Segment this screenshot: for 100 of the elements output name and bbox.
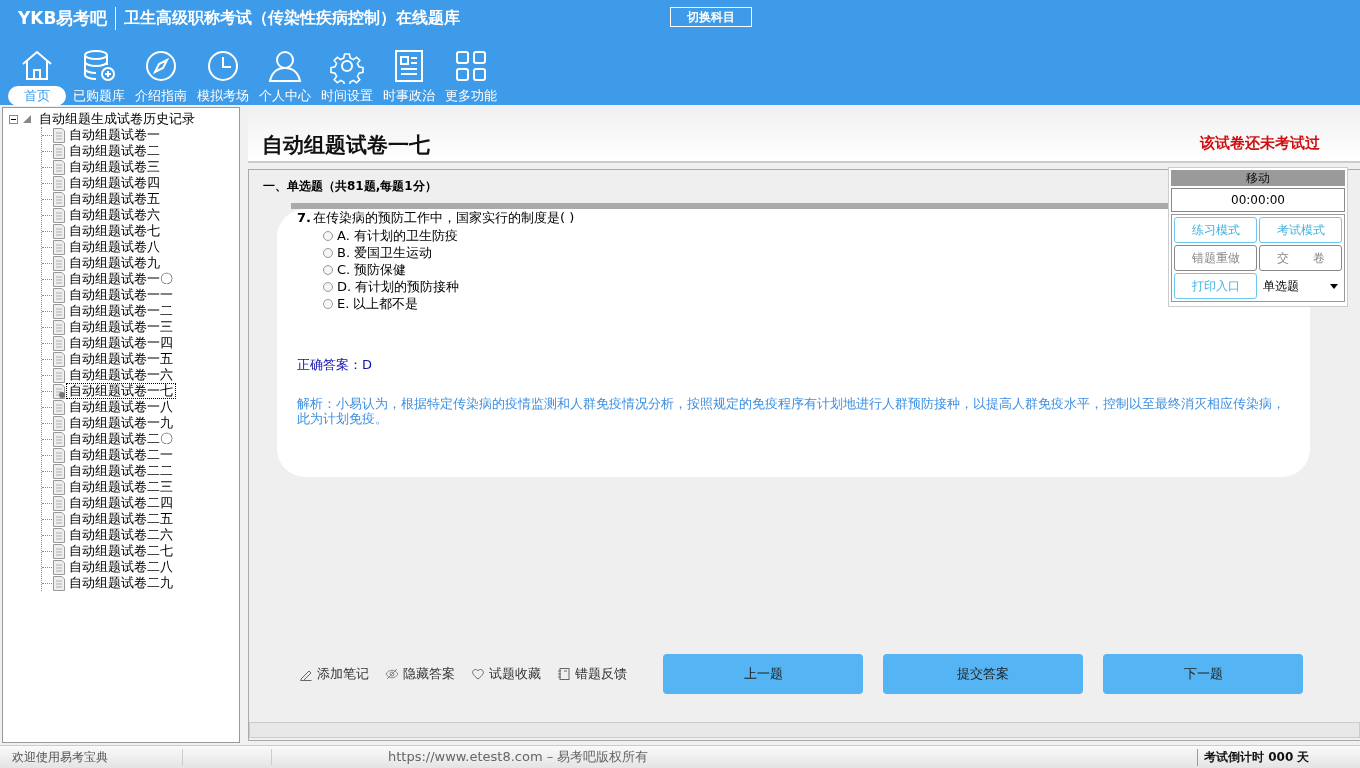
document-icon[interactable] xyxy=(52,223,66,239)
document-icon[interactable] xyxy=(52,543,66,559)
tree-item[interactable]: 自动组题试卷二八 xyxy=(66,559,176,575)
tree-item[interactable]: 自动组题试卷一三 xyxy=(66,319,176,335)
nav-button[interactable]: 提交答案 xyxy=(883,654,1083,694)
radio-button[interactable] xyxy=(323,247,333,258)
tree-item[interactable]: 自动组题试卷二一 xyxy=(66,447,176,463)
tree-item[interactable]: 自动组题试卷二六 xyxy=(66,527,176,543)
document-icon[interactable] xyxy=(52,207,66,223)
tree-item[interactable]: 自动组题试卷一一 xyxy=(66,287,176,303)
document-icon[interactable] xyxy=(52,479,66,495)
tool-link[interactable]: 试题收藏 xyxy=(471,665,541,683)
tree-item[interactable]: 自动组题试卷二五 xyxy=(66,511,176,527)
tree-item[interactable]: 自动组题试卷二四 xyxy=(66,495,176,511)
tree-item[interactable]: 自动组题试卷二二 xyxy=(66,463,176,479)
tree-item[interactable]: 自动组题试卷一五 xyxy=(66,351,176,367)
document-icon[interactable] xyxy=(52,127,66,143)
option-label[interactable]: E. 以上都不是 xyxy=(337,294,419,313)
document-icon[interactable] xyxy=(52,255,66,271)
tree-item[interactable]: 自动组题试卷二三 xyxy=(66,479,176,495)
tree-item[interactable]: 自动组题试卷一九 xyxy=(66,415,176,431)
tree-item[interactable]: 自动组题试卷二七 xyxy=(66,543,176,559)
document-icon[interactable] xyxy=(52,303,66,319)
tree-item[interactable]: 自动组题试卷二九 xyxy=(66,575,176,591)
tree-item[interactable]: 自动组题试卷四 xyxy=(66,175,163,191)
heart-icon xyxy=(471,667,485,681)
question-text: 7.在传染病的预防工作中，国家实行的制度是( ) xyxy=(297,209,576,227)
welcome-text: 欢迎使用易考宝典 xyxy=(0,748,183,766)
option-label[interactable]: A. 有计划的卫生防疫 xyxy=(337,226,458,245)
tree-root-label[interactable]: 自动组题生成试卷历史记录 xyxy=(36,111,198,127)
document-icon[interactable] xyxy=(52,431,66,447)
document-icon[interactable] xyxy=(52,463,66,479)
tree-item[interactable]: 自动组题试卷一〇 xyxy=(66,271,176,287)
section-heading: 一、单选题（共81题,每题1分） xyxy=(262,178,438,195)
radio-button[interactable] xyxy=(323,264,333,275)
caret-icon xyxy=(1330,283,1338,289)
option-label[interactable]: D. 有计划的预防接种 xyxy=(337,277,460,296)
app-logo: YKB易考吧 xyxy=(18,6,117,30)
timer: 00:00:00 xyxy=(1171,188,1345,212)
collapse-icon[interactable] xyxy=(9,114,18,124)
document-icon[interactable] xyxy=(52,447,66,463)
tree-item[interactable]: 自动组题试卷六 xyxy=(66,207,163,223)
tree-item[interactable]: 自动组题试卷一二 xyxy=(66,303,176,319)
tree-item[interactable]: 自动组题试卷二 xyxy=(66,143,163,159)
database-icon[interactable] xyxy=(81,48,117,84)
question-type-select[interactable]: 单选题 xyxy=(1259,273,1342,299)
tool-link[interactable]: 添加笔记 xyxy=(299,665,369,683)
document-icon[interactable] xyxy=(52,367,66,383)
app-title: 卫生高级职称考试（传染性疾病控制）在线题库 xyxy=(123,7,461,29)
triangle-icon xyxy=(22,114,32,124)
tree-item[interactable]: 自动组题试卷九 xyxy=(66,255,163,271)
tree-item[interactable]: 自动组题试卷一八 xyxy=(66,399,176,415)
panel-title[interactable]: 移动 xyxy=(1171,170,1345,186)
document-icon[interactable] xyxy=(52,239,66,255)
option-label[interactable]: B. 爱国卫生运动 xyxy=(337,243,433,262)
exam-status: 该试卷还未考试过 xyxy=(1200,134,1320,154)
document-icon[interactable] xyxy=(52,319,66,335)
document-pin-icon[interactable] xyxy=(52,383,66,399)
document-icon[interactable] xyxy=(52,495,66,511)
document-icon[interactable] xyxy=(52,399,66,415)
tree-item[interactable]: 自动组题试卷一七 xyxy=(66,383,176,399)
horizontal-scrollbar[interactable] xyxy=(249,722,1360,738)
document-icon[interactable] xyxy=(52,271,66,287)
tree-item[interactable]: 自动组题试卷一六 xyxy=(66,367,176,383)
grid-icon[interactable] xyxy=(453,48,489,84)
tree-item[interactable]: 自动组题试卷一四 xyxy=(66,335,176,351)
document-icon[interactable] xyxy=(52,335,66,351)
document-icon[interactable] xyxy=(52,143,66,159)
radio-button[interactable] xyxy=(323,281,333,292)
tree-item[interactable]: 自动组题试卷五 xyxy=(66,191,163,207)
tree-item[interactable]: 自动组题试卷一 xyxy=(66,127,163,143)
nav-button[interactable]: 下一题 xyxy=(1103,654,1303,694)
tool-link[interactable]: 隐藏答案 xyxy=(385,665,455,683)
tree-item[interactable]: 自动组题试卷八 xyxy=(66,239,163,255)
option-label[interactable]: C. 预防保健 xyxy=(337,260,407,279)
tree-item[interactable]: 自动组题试卷七 xyxy=(66,223,163,239)
document-icon[interactable] xyxy=(52,527,66,543)
document-icon[interactable] xyxy=(52,159,66,175)
document-icon[interactable] xyxy=(52,175,66,191)
tree-item[interactable]: 自动组题试卷二〇 xyxy=(66,431,176,447)
exam-title: 自动组题试卷一七 xyxy=(262,132,430,159)
document-icon[interactable] xyxy=(52,559,66,575)
copyright-text: https://www.etest8.com – 易考吧版权所有 xyxy=(387,748,650,766)
document-icon[interactable] xyxy=(52,287,66,303)
compass-icon[interactable] xyxy=(143,48,179,84)
radio-button[interactable] xyxy=(323,298,333,309)
document-icon[interactable] xyxy=(52,351,66,367)
tree-item[interactable]: 自动组题试卷三 xyxy=(66,159,163,175)
tool-link[interactable]: 错题反馈 xyxy=(557,665,627,683)
analysis-text: 解析：小易认为，根据特定传染病的疫情监测和人群免疫情况分析，按照规定的免疫程序有计划地进行人群预防接种，以提高人群免疫水平，控制以至最终消灭相应传染病，此为计划免疫。 xyxy=(297,396,1286,426)
document-icon[interactable] xyxy=(52,415,66,431)
nav-button[interactable]: 上一题 xyxy=(663,654,863,694)
correct-answer: 正确答案：D xyxy=(297,356,373,374)
radio-button[interactable] xyxy=(323,230,333,241)
document-icon[interactable] xyxy=(52,191,66,207)
document-icon[interactable] xyxy=(52,575,66,591)
document-icon[interactable] xyxy=(52,511,66,527)
notebook-icon xyxy=(557,667,571,681)
person-icon[interactable] xyxy=(267,48,303,84)
clock-icon[interactable] xyxy=(205,48,241,84)
